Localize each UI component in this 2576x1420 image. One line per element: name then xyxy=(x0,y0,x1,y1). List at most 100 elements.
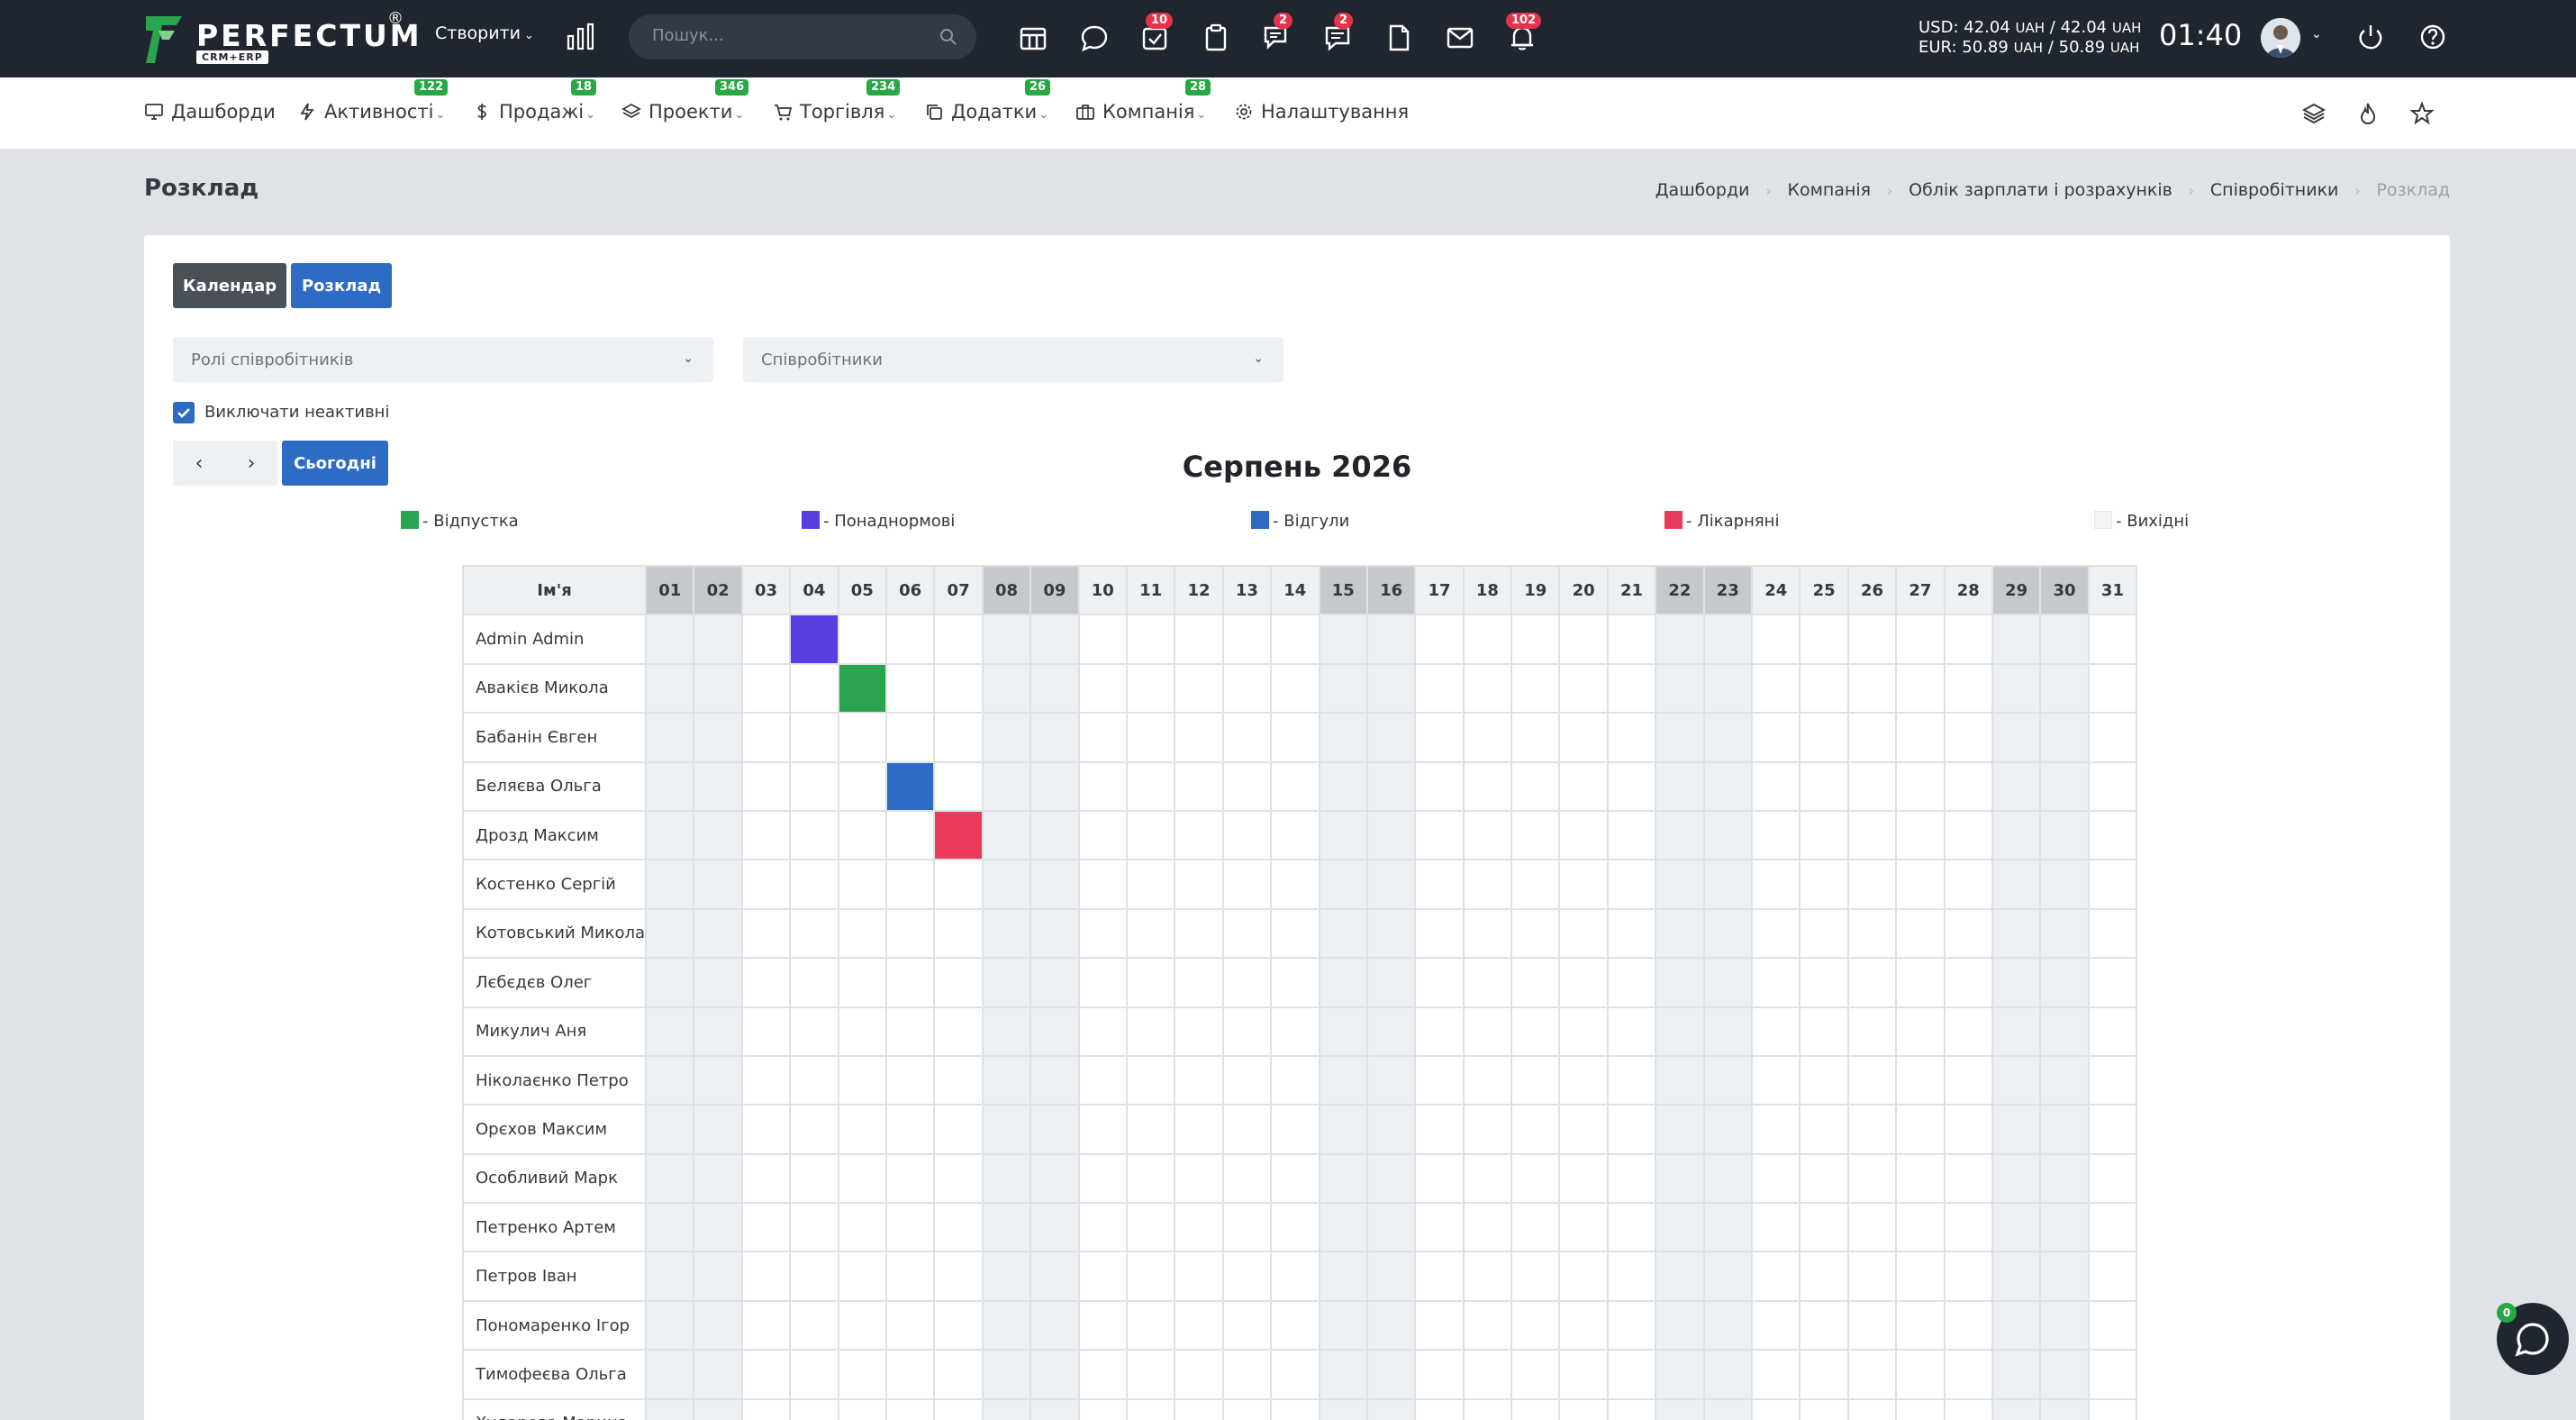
schedule-cell[interactable] xyxy=(2087,1202,2138,1253)
schedule-cell[interactable] xyxy=(1318,1104,1368,1155)
schedule-cell[interactable] xyxy=(837,1202,888,1253)
schedule-cell[interactable] xyxy=(1029,760,1080,812)
schedule-cell[interactable] xyxy=(1943,907,1993,960)
schedule-cell[interactable] xyxy=(693,1251,743,1302)
schedule-cell[interactable] xyxy=(1077,760,1128,812)
schedule-cell[interactable] xyxy=(1655,907,1705,960)
schedule-cell[interactable] xyxy=(789,859,839,910)
notifications-button[interactable]: 102 xyxy=(1506,13,1542,54)
schedule-cell[interactable] xyxy=(1991,614,2042,665)
employees-select[interactable]: Співробітники ⌄ xyxy=(743,337,1283,382)
schedule-cell[interactable] xyxy=(1414,614,1465,665)
schedule-cell[interactable] xyxy=(1029,712,1080,763)
schedule-cell[interactable] xyxy=(1462,1397,1513,1420)
breadcrumb-item-employees[interactable]: Співробітники xyxy=(2210,180,2339,200)
schedule-cell[interactable] xyxy=(1943,614,1993,665)
schedule-cell[interactable] xyxy=(1174,1152,1224,1205)
schedule-cell[interactable] xyxy=(1895,760,1946,812)
schedule-cell[interactable] xyxy=(884,809,936,861)
schedule-cell[interactable] xyxy=(1414,712,1465,763)
schedule-cell[interactable] xyxy=(1606,1152,1657,1205)
schedule-cell[interactable] xyxy=(1221,1251,1273,1302)
schedule-cell[interactable] xyxy=(1846,1104,1898,1155)
schedule-cell[interactable] xyxy=(1799,760,1849,812)
schedule-cell[interactable] xyxy=(2039,1104,2090,1155)
schedule-cell[interactable] xyxy=(1462,1152,1513,1205)
schedule-cell[interactable] xyxy=(2039,1152,2090,1205)
schedule-cell[interactable] xyxy=(740,1104,792,1155)
schedule-cell[interactable] xyxy=(1077,1054,1128,1106)
schedule-cell[interactable] xyxy=(1702,1152,1754,1205)
schedule-cell[interactable] xyxy=(1799,859,1849,910)
schedule-cell[interactable] xyxy=(1221,1299,1273,1352)
schedule-cell[interactable] xyxy=(1125,760,1176,812)
schedule-cell[interactable] xyxy=(1174,859,1224,910)
chevron-down-icon[interactable]: ⌄ xyxy=(2311,27,2322,41)
schedule-cell[interactable] xyxy=(837,1299,888,1352)
schedule-cell[interactable] xyxy=(1077,1299,1128,1352)
schedule-cell[interactable] xyxy=(1077,614,1128,665)
power-icon[interactable] xyxy=(2354,21,2387,53)
schedule-cell[interactable] xyxy=(1702,614,1754,665)
schedule-cell[interactable] xyxy=(1558,1104,1609,1155)
schedule-cell[interactable] xyxy=(1895,809,1946,861)
schedule-cell[interactable] xyxy=(1799,662,1849,715)
schedule-cell[interactable] xyxy=(1702,1349,1754,1400)
schedule-cell[interactable] xyxy=(1318,712,1368,763)
schedule-cell[interactable] xyxy=(1606,1054,1657,1106)
schedule-cell[interactable] xyxy=(1462,957,1513,1008)
schedule-cell[interactable] xyxy=(1029,1251,1080,1302)
schedule-cell[interactable] xyxy=(1125,1152,1176,1205)
schedule-cell[interactable] xyxy=(1655,662,1705,715)
schedule-cell[interactable] xyxy=(1221,614,1273,665)
schedule-cell[interactable] xyxy=(837,859,888,910)
schedule-cell[interactable] xyxy=(1991,760,2042,812)
schedule-cell[interactable] xyxy=(740,1202,792,1253)
schedule-cell[interactable] xyxy=(1365,1251,1417,1302)
schedule-cell[interactable] xyxy=(1799,1397,1849,1420)
schedule-cell[interactable] xyxy=(1606,957,1657,1008)
schedule-cell[interactable] xyxy=(1414,1104,1465,1155)
schedule-cell[interactable] xyxy=(1702,712,1754,763)
schedule-cell[interactable] xyxy=(1558,907,1609,960)
logo[interactable]: PERFECTUM CRM+ERP ® xyxy=(142,9,420,67)
schedule-cell[interactable] xyxy=(2039,907,2090,960)
schedule-cell[interactable] xyxy=(1510,809,1561,861)
schedule-cell[interactable] xyxy=(1462,662,1513,715)
schedule-cell[interactable] xyxy=(1365,614,1417,665)
schedule-cell[interactable] xyxy=(693,1202,743,1253)
schedule-cell[interactable] xyxy=(933,1006,984,1057)
schedule-cell[interactable] xyxy=(1365,712,1417,763)
schedule-cell[interactable] xyxy=(1799,1349,1849,1400)
schedule-cell[interactable] xyxy=(1558,1006,1609,1057)
schedule-cell[interactable] xyxy=(837,1251,888,1302)
schedule-cell[interactable] xyxy=(2087,662,2138,715)
schedule-cell[interactable] xyxy=(1943,1397,1993,1420)
schedule-cell[interactable] xyxy=(1655,760,1705,812)
schedule-cell[interactable] xyxy=(837,957,888,1008)
schedule-cell[interactable] xyxy=(1895,859,1946,910)
schedule-cell[interactable] xyxy=(1702,859,1754,910)
schedule-cell[interactable] xyxy=(1846,1299,1898,1352)
schedule-cell[interactable] xyxy=(1510,1054,1561,1106)
schedule-cell[interactable] xyxy=(981,712,1032,763)
schedule-cell[interactable] xyxy=(1751,1104,1801,1155)
schedule-cell[interactable] xyxy=(1077,809,1128,861)
schedule-cell[interactable] xyxy=(1943,1054,1993,1106)
schedule-cell[interactable] xyxy=(1943,1202,1993,1253)
schedule-cell[interactable] xyxy=(933,712,984,763)
schedule-cell[interactable] xyxy=(1221,1006,1273,1057)
schedule-cell[interactable] xyxy=(1462,907,1513,960)
schedule-cell[interactable] xyxy=(1270,1299,1320,1352)
create-menu-button[interactable]: Створити ⌄ xyxy=(435,23,534,43)
schedule-cell[interactable] xyxy=(789,1251,839,1302)
schedule-cell[interactable] xyxy=(645,662,695,715)
schedule-cell[interactable] xyxy=(693,614,743,665)
schedule-cell[interactable] xyxy=(884,859,936,910)
schedule-cell[interactable] xyxy=(1029,1299,1080,1352)
schedule-cell[interactable] xyxy=(1221,712,1273,763)
schedule-cell[interactable] xyxy=(789,1349,839,1400)
schedule-cell[interactable] xyxy=(789,662,839,715)
schedule-cell[interactable] xyxy=(1510,859,1561,910)
nav-item-settings[interactable]: Налаштування xyxy=(1234,101,1409,123)
